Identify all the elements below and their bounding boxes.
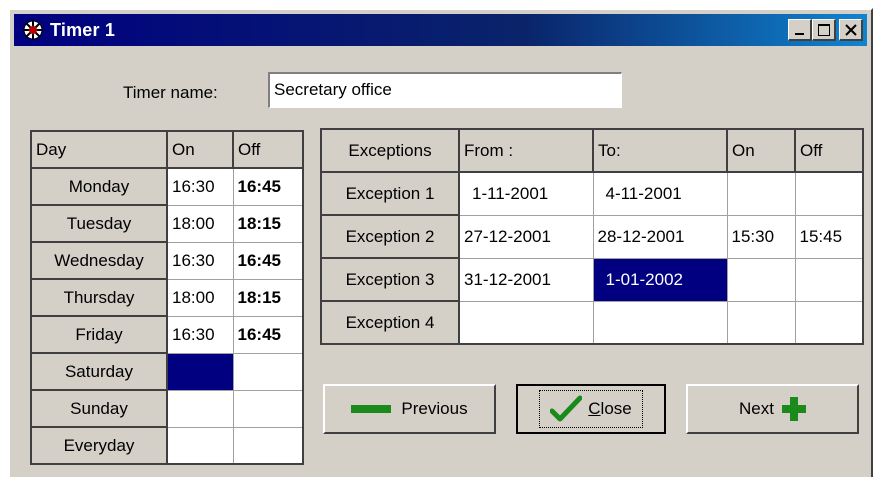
checkmark-icon (550, 395, 583, 423)
table-row: Everyday (30, 426, 304, 465)
table-row: Exception 1 1-11-2001 4-11-2001 (320, 171, 864, 216)
row-header-day[interactable]: Saturday (30, 352, 168, 391)
exception-from-cell[interactable]: 31-12-2001 (458, 257, 594, 302)
timer-name-input[interactable]: Secretary office (268, 72, 622, 108)
day-off-cell[interactable] (232, 352, 304, 391)
close-button-label: lose (600, 399, 632, 418)
exception-off-cell[interactable]: 15:45 (794, 214, 864, 259)
day-off-cell[interactable]: 18:15 (232, 204, 304, 243)
table-row: Sunday (30, 389, 304, 428)
exception-off-cell[interactable] (794, 171, 864, 216)
exception-to-cell[interactable]: 28-12-2001 (592, 214, 728, 259)
day-off-cell[interactable]: 18:15 (232, 278, 304, 317)
row-header-exception[interactable]: Exception 4 (320, 300, 460, 345)
exception-off-cell[interactable] (794, 257, 864, 302)
maximize-button[interactable] (812, 19, 836, 41)
next-button[interactable]: Next (686, 384, 859, 434)
days-table: Day On Off Monday 16:30 16:45 Tuesday 18… (30, 130, 304, 465)
row-header-day[interactable]: Sunday (30, 389, 168, 428)
table-row: Exception 3 31-12-2001 1-01-2002 (320, 257, 864, 302)
close-window-button[interactable] (839, 19, 863, 41)
table-row: Exception 2 27-12-2001 28-12-2001 15:30 … (320, 214, 864, 259)
exception-off-cell[interactable] (794, 300, 864, 345)
row-header-day[interactable]: Monday (30, 167, 168, 206)
col-header-day[interactable]: Day (30, 130, 168, 169)
day-off-cell[interactable]: 16:45 (232, 241, 304, 280)
exceptions-header-row: Exceptions From : To: On Off (320, 128, 864, 173)
table-row: Saturday (30, 352, 304, 391)
minimize-button[interactable] (788, 19, 812, 41)
minus-icon (351, 405, 392, 413)
exception-on-cell[interactable] (726, 300, 796, 345)
day-off-cell[interactable]: 16:45 (232, 315, 304, 354)
day-on-cell[interactable] (166, 426, 234, 465)
exceptions-table: Exceptions From : To: On Off Exception 1… (320, 128, 864, 345)
timer-name-label: Timer name: (123, 83, 218, 102)
timer-app-icon (22, 19, 44, 41)
row-header-exception[interactable]: Exception 2 (320, 214, 460, 259)
table-row: Friday 16:30 16:45 (30, 315, 304, 354)
col-header-off[interactable]: Off (794, 128, 864, 173)
exception-from-cell[interactable] (458, 300, 594, 345)
table-row: Thursday 18:00 18:15 (30, 278, 304, 317)
exception-on-cell[interactable] (726, 257, 796, 302)
day-on-cell[interactable] (166, 389, 234, 428)
day-on-cell[interactable]: 18:00 (166, 204, 234, 243)
exception-to-cell[interactable] (592, 300, 728, 345)
col-header-on[interactable]: On (726, 128, 796, 173)
exception-on-cell[interactable] (726, 171, 796, 216)
day-on-cell[interactable]: 16:30 (166, 167, 234, 206)
col-header-on[interactable]: On (166, 130, 234, 169)
table-row: Wednesday 16:30 16:45 (30, 241, 304, 280)
row-header-day[interactable]: Friday (30, 315, 168, 354)
days-header-row: Day On Off (30, 130, 304, 169)
day-on-cell[interactable]: 16:30 (166, 315, 234, 354)
table-row: Exception 4 (320, 300, 864, 345)
row-header-exception[interactable]: Exception 1 (320, 171, 460, 216)
col-header-off[interactable]: Off (232, 130, 304, 169)
close-button[interactable]: Close (516, 384, 666, 434)
day-off-cell[interactable] (232, 426, 304, 465)
row-header-exception[interactable]: Exception 3 (320, 257, 460, 302)
row-header-day[interactable]: Wednesday (30, 241, 168, 280)
row-header-day[interactable]: Thursday (30, 278, 168, 317)
exception-from-cell[interactable]: 1-11-2001 (458, 171, 594, 216)
exception-from-cell[interactable]: 27-12-2001 (458, 214, 594, 259)
window-title: Timer 1 (50, 19, 116, 40)
close-button-accel: C (588, 399, 601, 418)
window-controls (788, 19, 863, 41)
day-on-cell[interactable]: 18:00 (166, 278, 234, 317)
exception-to-cell-selected[interactable]: 1-01-2002 (592, 257, 728, 302)
close-button-focus: Close (539, 390, 643, 428)
col-header-from[interactable]: From : (458, 128, 594, 173)
exception-on-cell[interactable]: 15:30 (726, 214, 796, 259)
exception-to-cell[interactable]: 4-11-2001 (592, 171, 728, 216)
previous-button[interactable]: Previous (323, 384, 496, 434)
table-row: Tuesday 18:00 18:15 (30, 204, 304, 243)
row-header-day[interactable]: Everyday (30, 426, 168, 465)
table-row: Monday 16:30 16:45 (30, 167, 304, 206)
day-off-cell[interactable] (232, 389, 304, 428)
col-header-to[interactable]: To: (592, 128, 728, 173)
plus-icon (781, 397, 806, 421)
previous-button-label: Previous (401, 399, 468, 418)
day-off-cell[interactable]: 16:45 (232, 167, 304, 206)
title-bar[interactable]: Timer 1 (14, 14, 867, 46)
row-header-day[interactable]: Tuesday (30, 204, 168, 243)
col-header-exceptions[interactable]: Exceptions (320, 128, 460, 173)
next-button-label: Next (739, 399, 774, 418)
day-on-cell[interactable]: 16:30 (166, 241, 234, 280)
day-on-cell-selected[interactable] (166, 352, 234, 391)
